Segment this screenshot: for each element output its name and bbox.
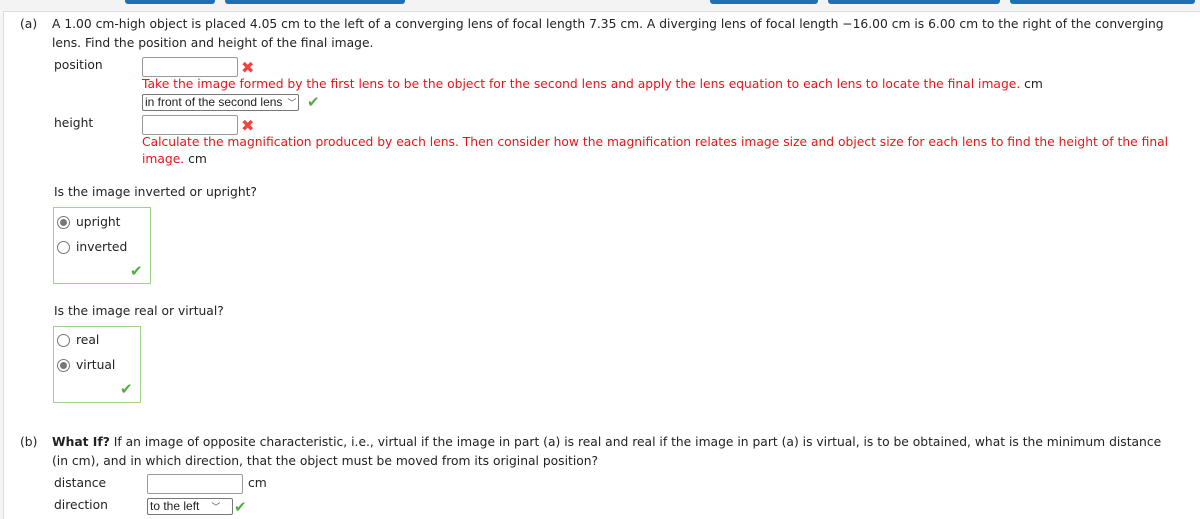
option-label: inverted <box>76 240 128 254</box>
orientation-question: Is the image inverted or upright? <box>54 185 257 199</box>
toolbar-button[interactable] <box>1010 0 1195 4</box>
top-toolbar <box>0 0 1200 10</box>
toolbar-button[interactable] <box>710 0 818 4</box>
radio-virtual[interactable] <box>57 359 70 372</box>
toolbar-button[interactable] <box>225 0 405 4</box>
height-label: height <box>54 116 94 130</box>
distance-label: distance <box>54 476 107 490</box>
checkmark-icon: ✔ <box>130 262 143 280</box>
position-label: position <box>54 58 103 72</box>
unit-label: cm <box>248 476 267 490</box>
position-hint: Take the image formed by the first lens … <box>142 77 1187 91</box>
height-input[interactable] <box>142 115 238 135</box>
part-label: (b) <box>20 435 38 449</box>
x-mark-icon: ✖ <box>241 116 255 135</box>
select-value: in front of the second lens <box>145 95 283 109</box>
radio-real[interactable] <box>57 334 70 347</box>
toolbar-button[interactable] <box>125 0 215 4</box>
position-input[interactable] <box>142 57 238 77</box>
option-label: real <box>76 333 100 347</box>
part-label: (a) <box>20 17 38 31</box>
position-direction-select[interactable]: in front of the second lens ﹀ <box>142 94 300 111</box>
part-b-question: (b) What If? If an image of opposite char… <box>20 432 1190 452</box>
part-a-question: (a) A 1.00 cm-high object is placed 4.05 … <box>20 14 1190 34</box>
hint-text: Take the image formed by the first lens … <box>142 77 1021 91</box>
what-if-label: What If? <box>52 435 110 449</box>
unit-label: cm <box>1024 77 1043 91</box>
chevron-down-icon: ﹀ <box>211 502 221 512</box>
select-value: to the left <box>150 499 200 513</box>
part-a-question-line2: lens. Find the position and height of th… <box>52 36 374 50</box>
direction-select[interactable]: to the left ﹀ <box>147 498 233 515</box>
toolbar-button[interactable] <box>828 0 1000 4</box>
checkmark-icon: ✔ <box>234 498 247 516</box>
hint-text: image. <box>142 152 185 166</box>
question-text: A 1.00 cm-high object is placed 4.05 cm … <box>52 17 1164 31</box>
question-text: If an image of opposite characteristic, … <box>109 435 1162 449</box>
height-hint-line1: Calculate the magnification produced by … <box>142 135 1169 149</box>
radio-upright[interactable] <box>57 216 70 229</box>
radio-inverted[interactable] <box>57 241 70 254</box>
unit-label: cm <box>188 152 207 166</box>
checkmark-icon: ✔ <box>307 93 320 111</box>
option-label: virtual <box>76 358 116 372</box>
distance-input[interactable] <box>147 474 243 494</box>
chevron-down-icon: ﹀ <box>287 98 297 108</box>
x-mark-icon: ✖ <box>241 58 255 77</box>
direction-label: direction <box>54 498 108 512</box>
option-label: upright <box>76 215 121 229</box>
height-hint-line2: image. cm <box>142 152 207 166</box>
checkmark-icon: ✔ <box>120 380 133 398</box>
nature-question: Is the image real or virtual? <box>54 304 224 318</box>
part-b-question-line2: (in cm), and in which direction, that th… <box>52 454 599 468</box>
